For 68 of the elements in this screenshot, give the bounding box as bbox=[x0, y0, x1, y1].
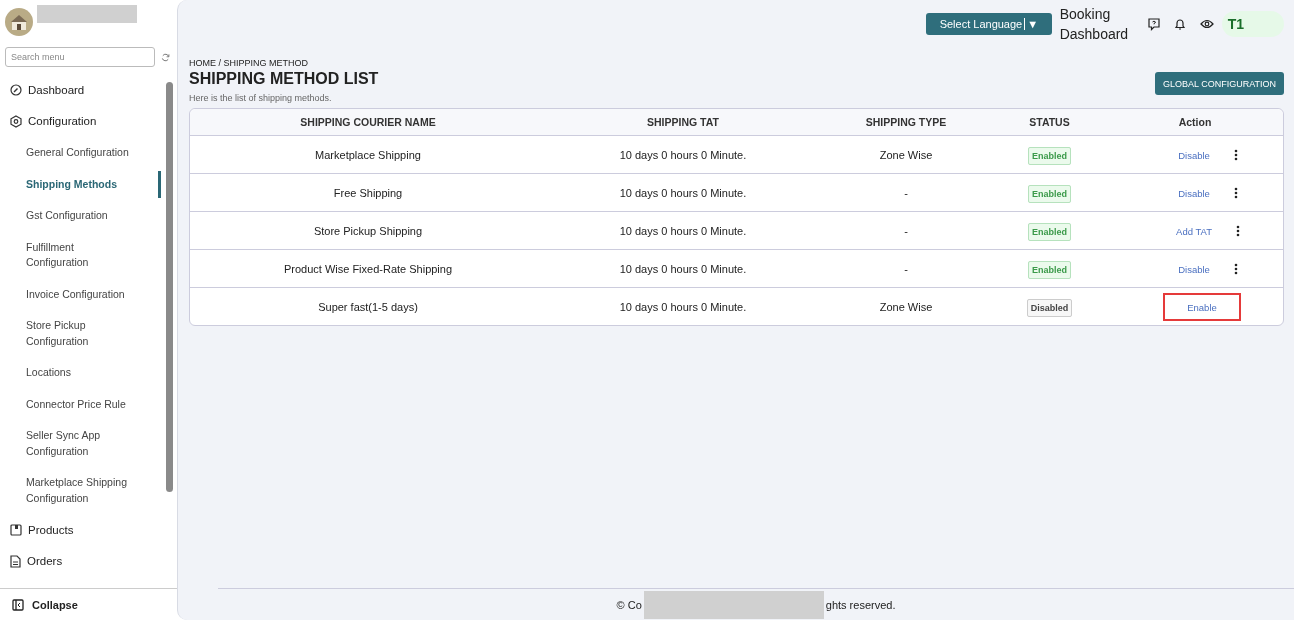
more-icon[interactable] bbox=[1235, 224, 1240, 237]
menu-item[interactable]: Store Pickup Configuration bbox=[0, 310, 161, 357]
table-cell-text: Store Pickup Shipping bbox=[312, 224, 424, 237]
column-header: SHIPPING TAT bbox=[646, 116, 720, 128]
page-subtitle: Here is the list of shipping methods. bbox=[189, 93, 333, 103]
status-badge: Enabled bbox=[1028, 146, 1071, 165]
status-badge: Enabled bbox=[1028, 222, 1071, 241]
more-icon[interactable] bbox=[1233, 148, 1238, 161]
column-header: SHIPPING TYPE bbox=[864, 116, 948, 128]
menu-item[interactable]: Fulfillment Configuration bbox=[0, 231, 161, 279]
menu-item[interactable]: Connector Price Rule bbox=[0, 388, 161, 420]
menu-item[interactable]: Invoice Configuration bbox=[0, 278, 161, 310]
menu-item[interactable]: Marketplace Shipping Configuration bbox=[0, 467, 161, 514]
global-configuration-button[interactable]: GLOBAL CONFIGURATION bbox=[1155, 72, 1284, 95]
user-badge[interactable]: T1 bbox=[1221, 11, 1284, 37]
column-header: SHIPPING COURIER NAME bbox=[299, 116, 437, 128]
copyright-text: © Co bbox=[616, 598, 642, 611]
table-cell-text: Zone Wise bbox=[878, 148, 934, 161]
collapse-button[interactable]: Collapse bbox=[0, 588, 177, 620]
table-cell-text: Zone Wise bbox=[878, 300, 934, 313]
status-badge: Enabled bbox=[1028, 260, 1071, 279]
search-field[interactable]: Search menu bbox=[5, 47, 155, 67]
column-header: STATUS bbox=[1028, 116, 1071, 128]
settings-icon bbox=[10, 114, 22, 128]
table-cell-text: - bbox=[903, 224, 909, 237]
package-icon bbox=[10, 523, 22, 536]
table-cell-text: 10 days 0 hours 0 Minute. bbox=[618, 224, 748, 237]
more-icon[interactable] bbox=[1233, 262, 1238, 275]
booking-dashboard-link[interactable]: Booking Dashboard bbox=[1059, 4, 1134, 44]
table-cell-text: 10 days 0 hours 0 Minute. bbox=[618, 300, 748, 313]
menu-item[interactable]: Dashboard bbox=[0, 74, 161, 106]
menu-item[interactable]: Locations bbox=[0, 357, 161, 389]
language-select[interactable]: Select Language ▼ bbox=[925, 13, 1052, 35]
menu-item[interactable]: Seller Sync App Configuration bbox=[0, 420, 161, 467]
bell-icon[interactable] bbox=[1173, 17, 1186, 31]
menu-item[interactable]: Gst Configuration bbox=[0, 200, 161, 232]
table-cell-text: 10 days 0 hours 0 Minute. bbox=[618, 148, 748, 161]
status-badge: Disabled bbox=[1026, 298, 1073, 317]
menu-item[interactable]: Products bbox=[0, 514, 161, 546]
more-icon[interactable] bbox=[1233, 186, 1238, 199]
action-link[interactable]: Disable bbox=[1178, 149, 1210, 161]
collapse-icon bbox=[12, 598, 24, 611]
action-link[interactable]: Enable bbox=[1187, 301, 1217, 313]
menu-item[interactable]: Shipping Methods bbox=[0, 168, 161, 200]
action-link[interactable]: Add TAT bbox=[1176, 225, 1212, 237]
table-cell-text: Super fast(1-5 days) bbox=[317, 300, 419, 313]
table-cell-text: Product Wise Fixed-Rate Shipping bbox=[282, 262, 454, 275]
eye-icon[interactable] bbox=[1199, 19, 1214, 29]
table-cell-text: - bbox=[903, 186, 909, 199]
status-badge: Enabled bbox=[1028, 184, 1071, 203]
document-icon bbox=[10, 554, 21, 568]
table-cell-text: Free Shipping bbox=[332, 186, 404, 199]
menu-item[interactable]: Configuration bbox=[0, 105, 161, 137]
breadcrumb: HOME / SHIPPING METHOD bbox=[189, 58, 309, 68]
table-cell-text: Marketplace Shipping bbox=[314, 148, 422, 161]
copyright-text: ghts reserved. bbox=[825, 598, 896, 611]
column-header: Action bbox=[1177, 116, 1213, 128]
menu-item[interactable]: Orders bbox=[0, 545, 161, 577]
action-link[interactable]: Disable bbox=[1178, 187, 1210, 199]
table-cell-text: 10 days 0 hours 0 Minute. bbox=[618, 262, 748, 275]
page-title: SHIPPING METHOD LIST bbox=[189, 70, 379, 88]
action-link[interactable]: Disable bbox=[1178, 263, 1210, 275]
gauge-icon bbox=[10, 83, 22, 96]
help-chat-icon[interactable] bbox=[1147, 17, 1160, 31]
table-cell-text: 10 days 0 hours 0 Minute. bbox=[618, 186, 748, 199]
table-cell-text: - bbox=[903, 262, 909, 275]
refresh-icon[interactable] bbox=[161, 52, 170, 62]
menu-item[interactable]: General Configuration bbox=[0, 137, 161, 169]
